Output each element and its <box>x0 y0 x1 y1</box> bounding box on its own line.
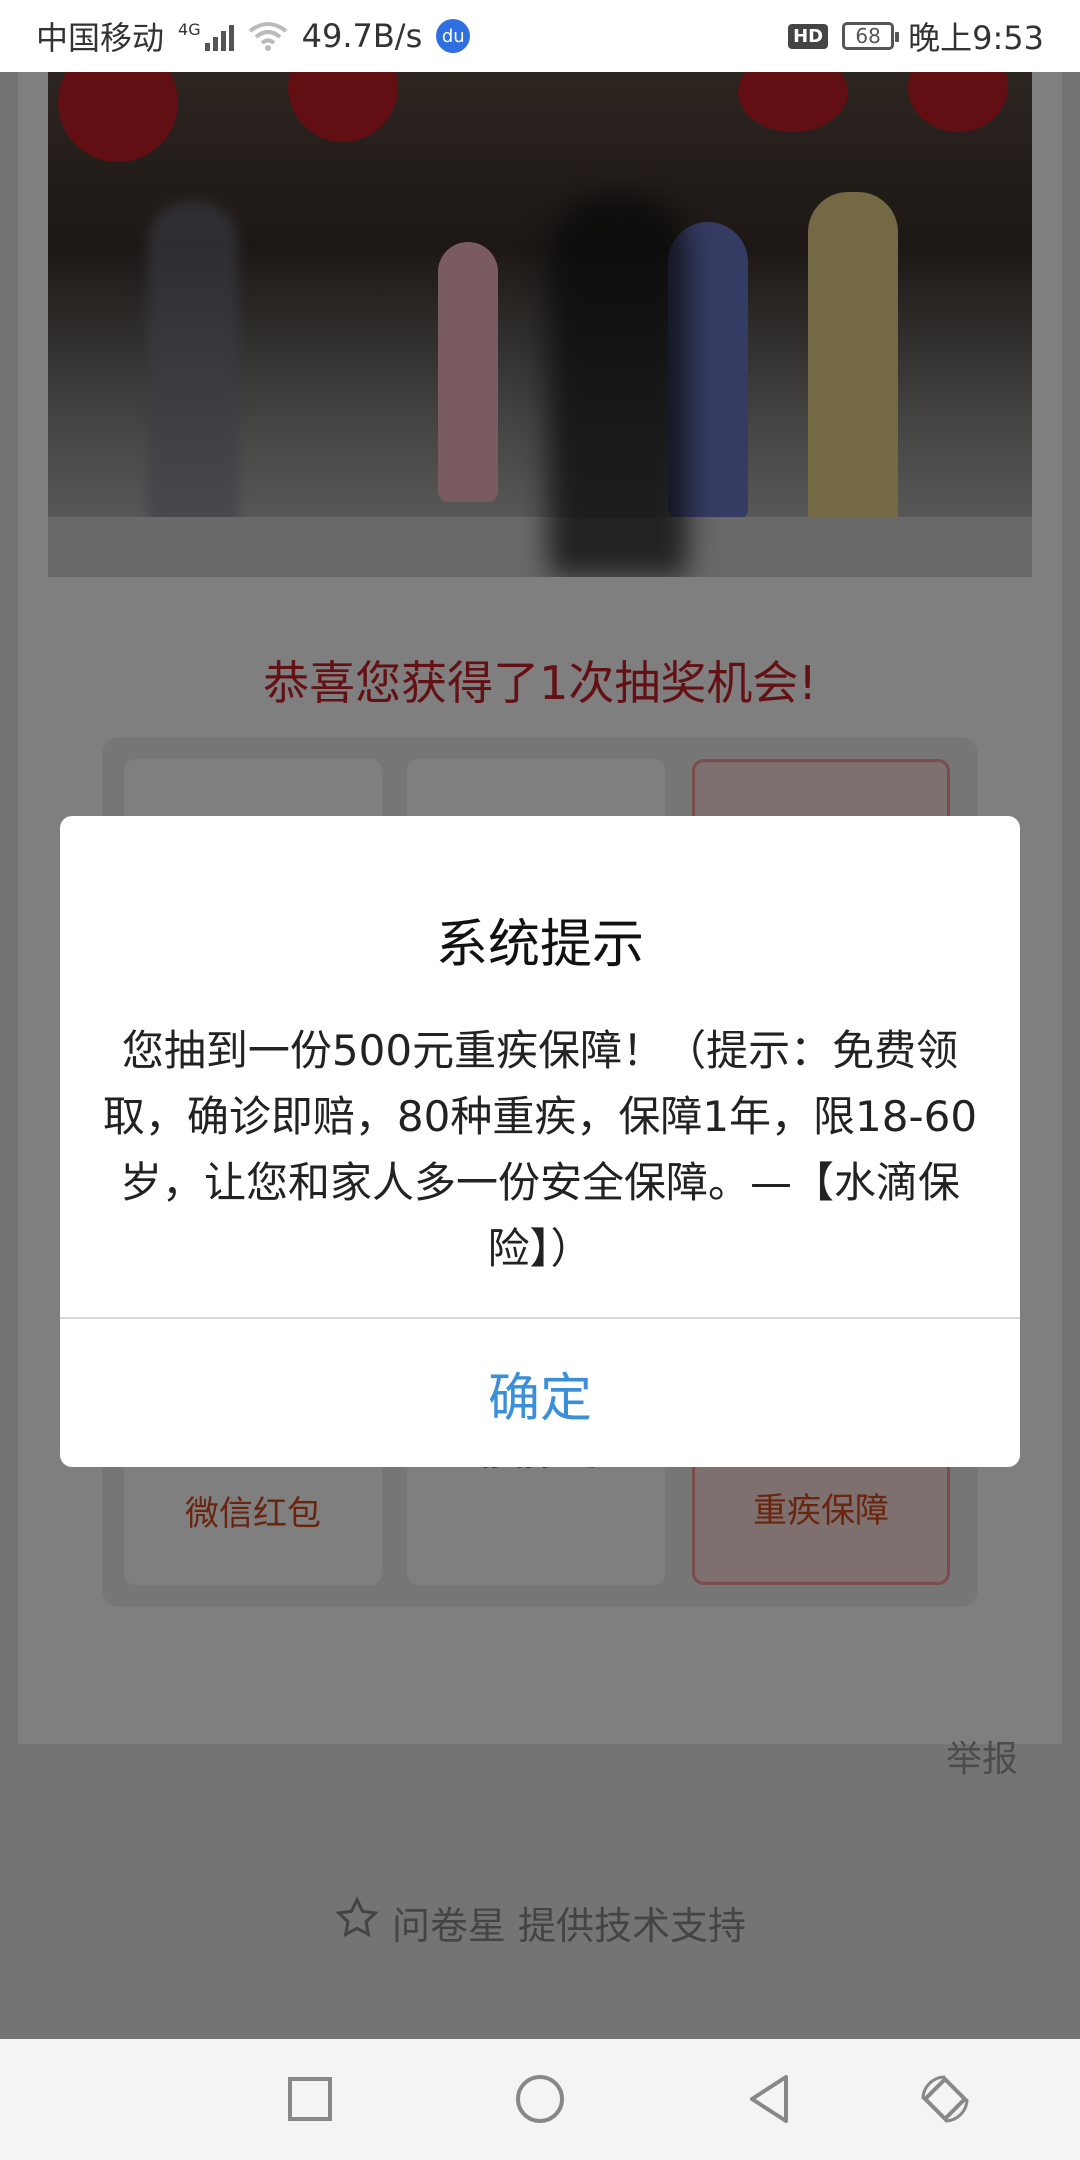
confirm-button[interactable]: 确定 <box>60 1319 1020 1467</box>
dialog-message: 您抽到一份500元重疾保障！（提示：免费领取，确诊即赔，80种重疾，保障1年，限… <box>102 1026 978 1273</box>
home-icon[interactable] <box>500 2059 580 2139</box>
battery-level: 68 <box>855 24 881 48</box>
hd-icon: HD <box>788 23 829 49</box>
system-alert-dialog: 系统提示 您抽到一份500元重疾保障！（提示：免费领取，确诊即赔，80种重疾，保… <box>60 816 1020 1467</box>
network-speed: 49.7B/s <box>301 17 423 55</box>
system-nav-bar <box>0 2039 1080 2160</box>
battery-icon: 68 <box>842 22 900 50</box>
baidu-paw-icon: du <box>436 19 471 53</box>
network-type: 4G <box>178 19 201 39</box>
carrier-label: 中国移动 <box>36 19 165 57</box>
dialog-title: 系统提示 <box>435 915 644 975</box>
signal-icon <box>204 21 234 51</box>
rotate-icon[interactable] <box>905 2059 985 2139</box>
status-bar: 中国移动 4G 49.7B/s du HD 68 晚上9:53 <box>0 0 1080 72</box>
back-icon[interactable] <box>730 2059 810 2139</box>
recent-apps-icon[interactable] <box>270 2059 350 2139</box>
clock: 晚上9:53 <box>908 19 1044 57</box>
wifi-icon <box>248 21 288 51</box>
